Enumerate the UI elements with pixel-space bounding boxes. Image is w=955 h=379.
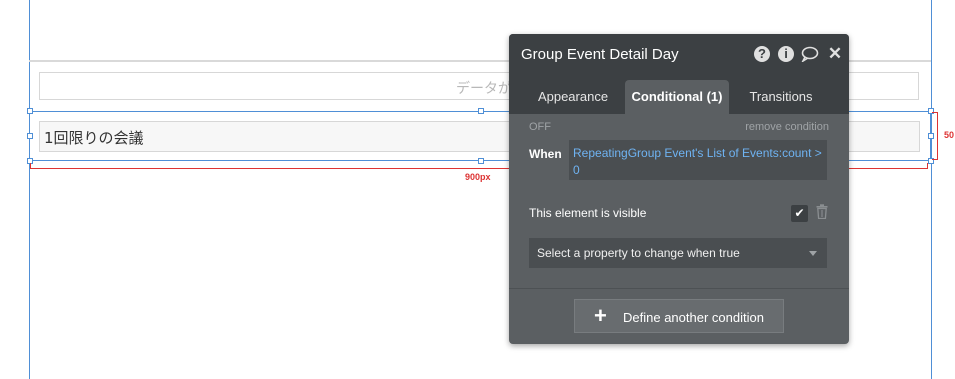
property-select-dropdown[interactable]: Select a property to change when true: [529, 238, 827, 268]
panel-divider: [509, 288, 849, 289]
panel-header[interactable]: Group Event Detail Day ? i ✕ Appearance …: [509, 34, 849, 114]
tab-transitions[interactable]: Transitions: [741, 80, 821, 114]
width-dimension-tick-right: [927, 163, 928, 169]
width-dimension-tick-left: [30, 163, 31, 169]
resize-handle-middle-right[interactable]: [928, 133, 934, 139]
resize-handle-top-right[interactable]: [928, 108, 934, 114]
resize-handle-middle-left[interactable]: [27, 133, 33, 139]
resize-handle-top-left[interactable]: [27, 108, 33, 114]
tab-transitions-label: Transitions: [749, 89, 813, 104]
property-select-label: Select a property to change when true: [537, 246, 740, 260]
info-icon[interactable]: i: [778, 46, 794, 62]
close-icon[interactable]: ✕: [827, 45, 843, 62]
plus-icon: +: [594, 303, 607, 328]
condition-status-toggle[interactable]: OFF: [529, 121, 551, 133]
tab-appearance[interactable]: Appearance: [529, 80, 617, 114]
tab-conditional[interactable]: Conditional (1): [625, 80, 729, 114]
height-dimension-label: 50: [944, 130, 955, 140]
chevron-down-icon: [809, 251, 817, 256]
width-dimension-label: 900px: [465, 172, 491, 182]
resize-handle-top-center[interactable]: [478, 108, 484, 114]
tab-appearance-label: Appearance: [537, 89, 609, 104]
resize-handle-bottom-center[interactable]: [478, 158, 484, 164]
text-field-value: 1回限りの会議: [44, 129, 144, 147]
visible-checkbox[interactable]: ✔: [791, 205, 808, 222]
comment-icon[interactable]: [801, 46, 819, 64]
condition-expression-text: RepeatingGroup Event's List of Events:co…: [573, 146, 822, 177]
visible-property-label: This element is visible: [529, 206, 647, 220]
height-dimension-tick-top: [932, 112, 938, 113]
height-dimension-tick-bottom: [932, 159, 938, 160]
when-label: When: [529, 147, 562, 161]
property-editor-panel: Group Event Detail Day ? i ✕ Appearance …: [509, 34, 849, 344]
page-right-guide: [931, 0, 932, 379]
condition-expression-field[interactable]: RepeatingGroup Event's List of Events:co…: [569, 140, 827, 180]
trash-icon[interactable]: [815, 204, 829, 221]
height-dimension-line: [937, 112, 938, 160]
panel-title: Group Event Detail Day: [521, 46, 679, 63]
help-icon[interactable]: ?: [754, 46, 770, 62]
tab-conditional-label: Conditional (1): [631, 89, 723, 104]
define-another-condition-label: Define another condition: [623, 310, 764, 325]
define-another-condition-button[interactable]: + Define another condition: [574, 299, 784, 333]
page-left-guide: [29, 0, 30, 379]
remove-condition-link[interactable]: remove condition: [745, 121, 829, 133]
